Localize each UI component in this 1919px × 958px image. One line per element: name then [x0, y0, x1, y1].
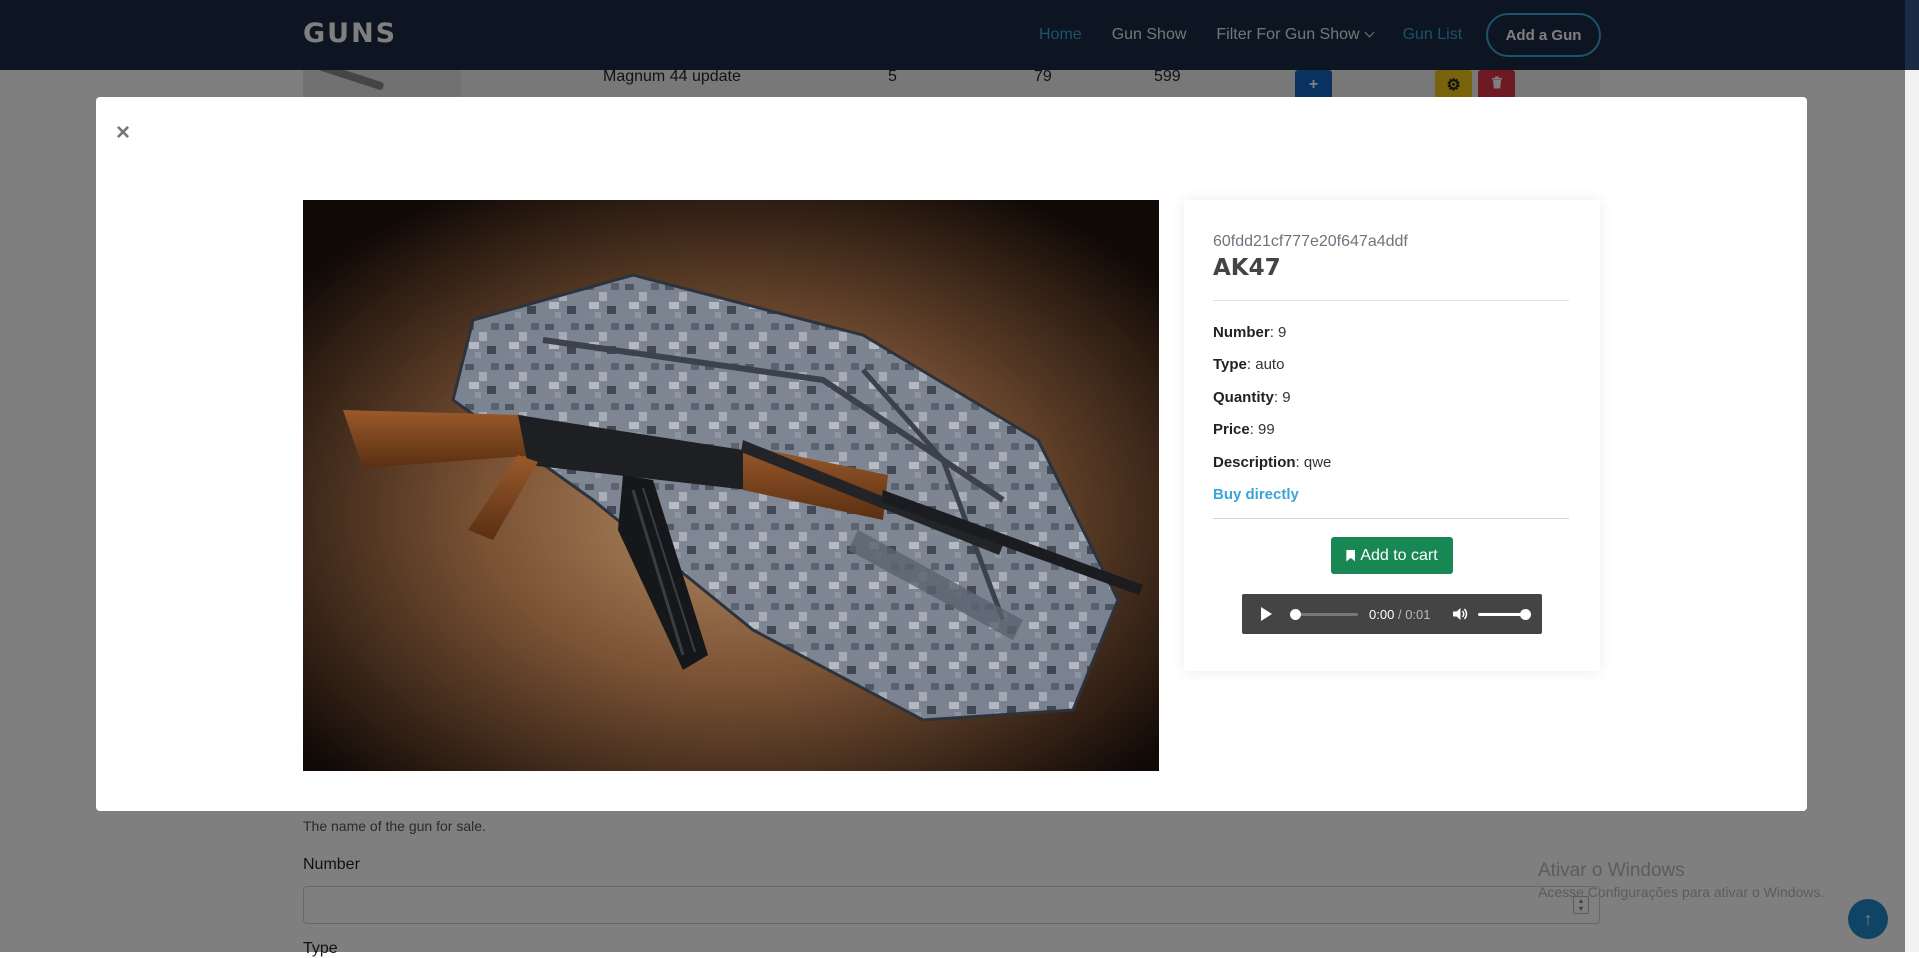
field-label: Quantity	[1213, 389, 1274, 406]
audio-progress-knob[interactable]	[1290, 609, 1301, 620]
page-scrollbar[interactable]	[1905, 0, 1919, 952]
field-value: qwe	[1303, 454, 1332, 471]
buy-directly-link[interactable]: Buy directly	[1213, 486, 1299, 503]
field-quantity: Quantity: 9	[1213, 389, 1291, 406]
divider	[1213, 300, 1569, 301]
audio-time-separator: /	[1397, 607, 1402, 622]
volume-slider-knob[interactable]	[1520, 609, 1531, 620]
field-price: Price: 99	[1213, 421, 1275, 438]
field-value: auto	[1255, 356, 1285, 373]
volume-slider-track[interactable]	[1478, 613, 1524, 616]
add-to-cart-button[interactable]: Add to cart	[1331, 537, 1453, 574]
field-label: Price	[1213, 421, 1250, 438]
field-number: Number: 9	[1213, 324, 1287, 341]
audio-duration: 0:01	[1405, 607, 1431, 622]
gun-id: 60fdd21cf777e20f647a4ddf	[1213, 233, 1408, 250]
field-label: Type	[1213, 356, 1247, 373]
field-type: Type: auto	[1213, 356, 1285, 373]
add-to-cart-label: Add to cart	[1360, 546, 1438, 564]
gun-info-card: 60fdd21cf777e20f647a4ddf AK47 Number: 9 …	[1184, 200, 1600, 671]
field-label: Number	[1213, 324, 1270, 341]
audio-progress-track[interactable]	[1294, 613, 1358, 616]
bookmark-icon	[1346, 549, 1356, 562]
audio-current-time: 0:00	[1369, 607, 1395, 622]
play-icon[interactable]	[1261, 607, 1272, 621]
divider	[1213, 518, 1569, 519]
field-description: Description: qwe	[1213, 454, 1332, 471]
gun-detail-modal: × 60fdd21cf777e20f647a4ddf AK47 Number: …	[96, 97, 1807, 811]
field-value: 9	[1278, 324, 1287, 341]
audio-time: 0:00 / 0:01	[1369, 607, 1431, 622]
gun-photo	[303, 200, 1159, 771]
gun-name: AK47	[1213, 255, 1281, 281]
field-label: Description	[1213, 454, 1296, 471]
field-value: 99	[1258, 421, 1275, 438]
volume-icon[interactable]	[1452, 606, 1468, 622]
audio-player: 0:00 / 0:01	[1242, 594, 1542, 634]
close-icon[interactable]: ×	[116, 121, 130, 145]
field-value: 9	[1282, 389, 1291, 406]
